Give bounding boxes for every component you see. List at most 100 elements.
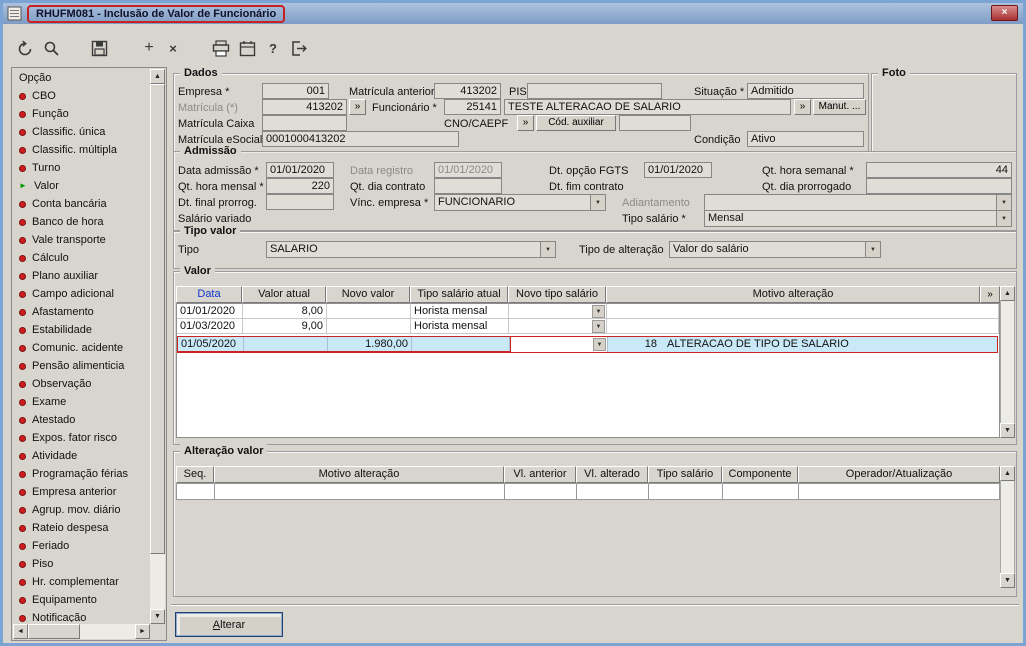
- column-header-novo-tipo-salario[interactable]: Novo tipo salário: [508, 286, 606, 303]
- column-header-seq[interactable]: Seq.: [176, 466, 214, 483]
- matricula-esocial-field[interactable]: 0001000413202: [262, 131, 459, 147]
- sidebar-item-piso[interactable]: Piso: [13, 555, 150, 573]
- cod-auxiliar-button[interactable]: Cód. auxiliar: [536, 115, 616, 131]
- sidebar-item-plano-auxiliar[interactable]: Plano auxiliar: [13, 267, 150, 285]
- scroll-up-icon[interactable]: ▲: [1000, 286, 1015, 301]
- calendar-button[interactable]: [235, 36, 259, 60]
- column-header-valor-atual[interactable]: Valor atual: [242, 286, 326, 303]
- chevron-down-icon[interactable]: ▼: [865, 242, 880, 257]
- funcionario-field[interactable]: 25141: [444, 99, 501, 115]
- column-header-motivo-alteracao[interactable]: Motivo alteração: [606, 286, 980, 303]
- column-header-novo-valor[interactable]: Novo valor: [326, 286, 410, 303]
- sidebar-item-turno[interactable]: Turno: [13, 159, 150, 177]
- cno-caepf-field[interactable]: [619, 115, 691, 131]
- sidebar-item-calculo[interactable]: Cálculo: [13, 249, 150, 267]
- pis-field[interactable]: [527, 83, 662, 99]
- column-header-data[interactable]: Data: [176, 286, 242, 303]
- sidebar-item-funcao[interactable]: Função: [13, 105, 150, 123]
- manut-button[interactable]: Manut. ...: [813, 99, 866, 115]
- save-button[interactable]: [87, 36, 111, 60]
- funcionario-lookup-button[interactable]: »: [794, 99, 811, 115]
- sidebar-item-atestado[interactable]: Atestado: [13, 411, 150, 429]
- column-header-tipo-salario[interactable]: Tipo salário: [648, 466, 722, 483]
- scroll-up-icon[interactable]: ▲: [150, 69, 165, 84]
- sidebar-item-exame[interactable]: Exame: [13, 393, 150, 411]
- chevron-down-icon[interactable]: ▼: [592, 305, 605, 318]
- column-header-vl-alterado[interactable]: Vl. alterado: [576, 466, 648, 483]
- qt-dia-contrato-field[interactable]: [434, 178, 502, 194]
- sidebar-item-agrup-mov-diario[interactable]: Agrup. mov. diário: [13, 501, 150, 519]
- sidebar-item-classific-unica[interactable]: Classific. única: [13, 123, 150, 141]
- dt-final-prorrog-field[interactable]: [266, 194, 334, 210]
- sidebar-item-equipamento[interactable]: Equipamento: [13, 591, 150, 609]
- sidebar-item-vale-transporte[interactable]: Vale transporte: [13, 231, 150, 249]
- sidebar-item-banco-de-hora[interactable]: Banco de hora: [13, 213, 150, 231]
- column-header-operador-atualizacao[interactable]: Operador/Atualização: [798, 466, 1000, 483]
- chevron-down-icon[interactable]: ▼: [996, 211, 1011, 226]
- tipo-alteracao-combo[interactable]: Valor do salário ▼: [669, 241, 881, 258]
- sidebar-item-pensao-alimenticia[interactable]: Pensão alimenticia: [13, 357, 150, 375]
- sidebar-item-hr-complementar[interactable]: Hr. complementar: [13, 573, 150, 591]
- table-row[interactable]: [176, 483, 1000, 500]
- sidebar-item-notificacao[interactable]: Notificação: [13, 609, 150, 622]
- grid-options-button[interactable]: »: [980, 286, 1000, 303]
- print-button[interactable]: [209, 36, 233, 60]
- scroll-down-icon[interactable]: ▼: [1000, 573, 1015, 588]
- sidebar-item-expos-fator-risco[interactable]: Expos. fator risco: [13, 429, 150, 447]
- tipo-salario-combo[interactable]: Mensal ▼: [704, 210, 1012, 227]
- column-header-motivo-alteracao[interactable]: Motivo alteração: [214, 466, 504, 483]
- sidebar-item-empresa-anterior[interactable]: Empresa anterior: [13, 483, 150, 501]
- grid-dropdown-cell[interactable]: ▼: [509, 319, 607, 334]
- sidebar-item-classific-multipla[interactable]: Classific. múltipla: [13, 141, 150, 159]
- undo-button[interactable]: [13, 36, 37, 60]
- scroll-left-icon[interactable]: ◄: [13, 624, 28, 639]
- selected-table-row[interactable]: 01/05/2020 1.980,00 ▼ 18 ALTERACAO DE TI…: [177, 336, 998, 353]
- qt-dia-prorrogado-field[interactable]: [866, 178, 1012, 194]
- sidebar-item-afastamento[interactable]: Afastamento: [13, 303, 150, 321]
- scrollbar-thumb[interactable]: [28, 624, 80, 639]
- matricula-lookup-button[interactable]: »: [349, 99, 366, 115]
- column-header-vl-anterior[interactable]: Vl. anterior: [504, 466, 576, 483]
- empresa-field[interactable]: 001: [262, 83, 329, 99]
- sidebar-item-cbo[interactable]: CBO: [13, 87, 150, 105]
- condicao-field[interactable]: Ativo: [747, 131, 864, 147]
- sidebar-item-feriado[interactable]: Feriado: [13, 537, 150, 555]
- valor-grid-vscrollbar[interactable]: ▲ ▼: [1000, 286, 1015, 438]
- matricula-field[interactable]: 413202: [262, 99, 347, 115]
- scrollbar-thumb[interactable]: [150, 84, 165, 554]
- situacao-field[interactable]: Admitido: [747, 83, 864, 99]
- exit-button[interactable]: [287, 36, 311, 60]
- close-button[interactable]: ×: [991, 5, 1018, 21]
- qt-hora-semanal-field[interactable]: 44: [866, 162, 1012, 178]
- table-row[interactable]: 01/01/2020 8,00 Horista mensal ▼: [177, 304, 999, 319]
- sidebar-hscrollbar[interactable]: ◄ ►: [13, 624, 150, 639]
- grid-dropdown-cell[interactable]: ▼: [509, 304, 607, 319]
- alterar-button[interactable]: Alterar: [175, 612, 283, 637]
- search-button[interactable]: [39, 36, 63, 60]
- help-button[interactable]: ?: [261, 36, 285, 60]
- sidebar-item-atividade[interactable]: Atividade: [13, 447, 150, 465]
- scroll-up-icon[interactable]: ▲: [1000, 466, 1015, 481]
- chevron-down-icon[interactable]: ▼: [593, 338, 606, 351]
- qt-hora-mensal-field[interactable]: 220: [266, 178, 334, 194]
- scroll-right-icon[interactable]: ►: [135, 624, 150, 639]
- scroll-down-icon[interactable]: ▼: [150, 609, 165, 624]
- sidebar-item-comunic-acidente[interactable]: Comunic. acidente: [13, 339, 150, 357]
- sidebar-item-programacao-ferias[interactable]: Programação férias: [13, 465, 150, 483]
- column-header-componente[interactable]: Componente: [722, 466, 798, 483]
- vinc-empresa-combo[interactable]: FUNCIONARIO ▼: [434, 194, 606, 211]
- sidebar-item-observacao[interactable]: Observação: [13, 375, 150, 393]
- sidebar-item-campo-adicional[interactable]: Campo adicional: [13, 285, 150, 303]
- dt-opcao-fgts-field[interactable]: 01/01/2020: [644, 162, 712, 178]
- sidebar-vscrollbar[interactable]: ▲ ▼: [150, 69, 165, 624]
- data-admissao-field[interactable]: 01/01/2020: [266, 162, 334, 178]
- delete-button[interactable]: ×: [161, 36, 185, 60]
- sidebar-item-valor[interactable]: ► Valor: [13, 177, 150, 195]
- tipo-combo[interactable]: SALARIO ▼: [266, 241, 556, 258]
- alteracao-grid-vscrollbar[interactable]: ▲ ▼: [1000, 466, 1015, 588]
- sidebar-item-conta-bancaria[interactable]: Conta bancária: [13, 195, 150, 213]
- matricula-anterior-field[interactable]: 413202: [434, 83, 501, 99]
- funcionario-nome-field[interactable]: TESTE ALTERACAO DE SALARIO: [504, 99, 791, 115]
- matricula-caixa-field[interactable]: [262, 115, 347, 131]
- table-row[interactable]: 01/03/2020 9,00 Horista mensal ▼: [177, 319, 999, 334]
